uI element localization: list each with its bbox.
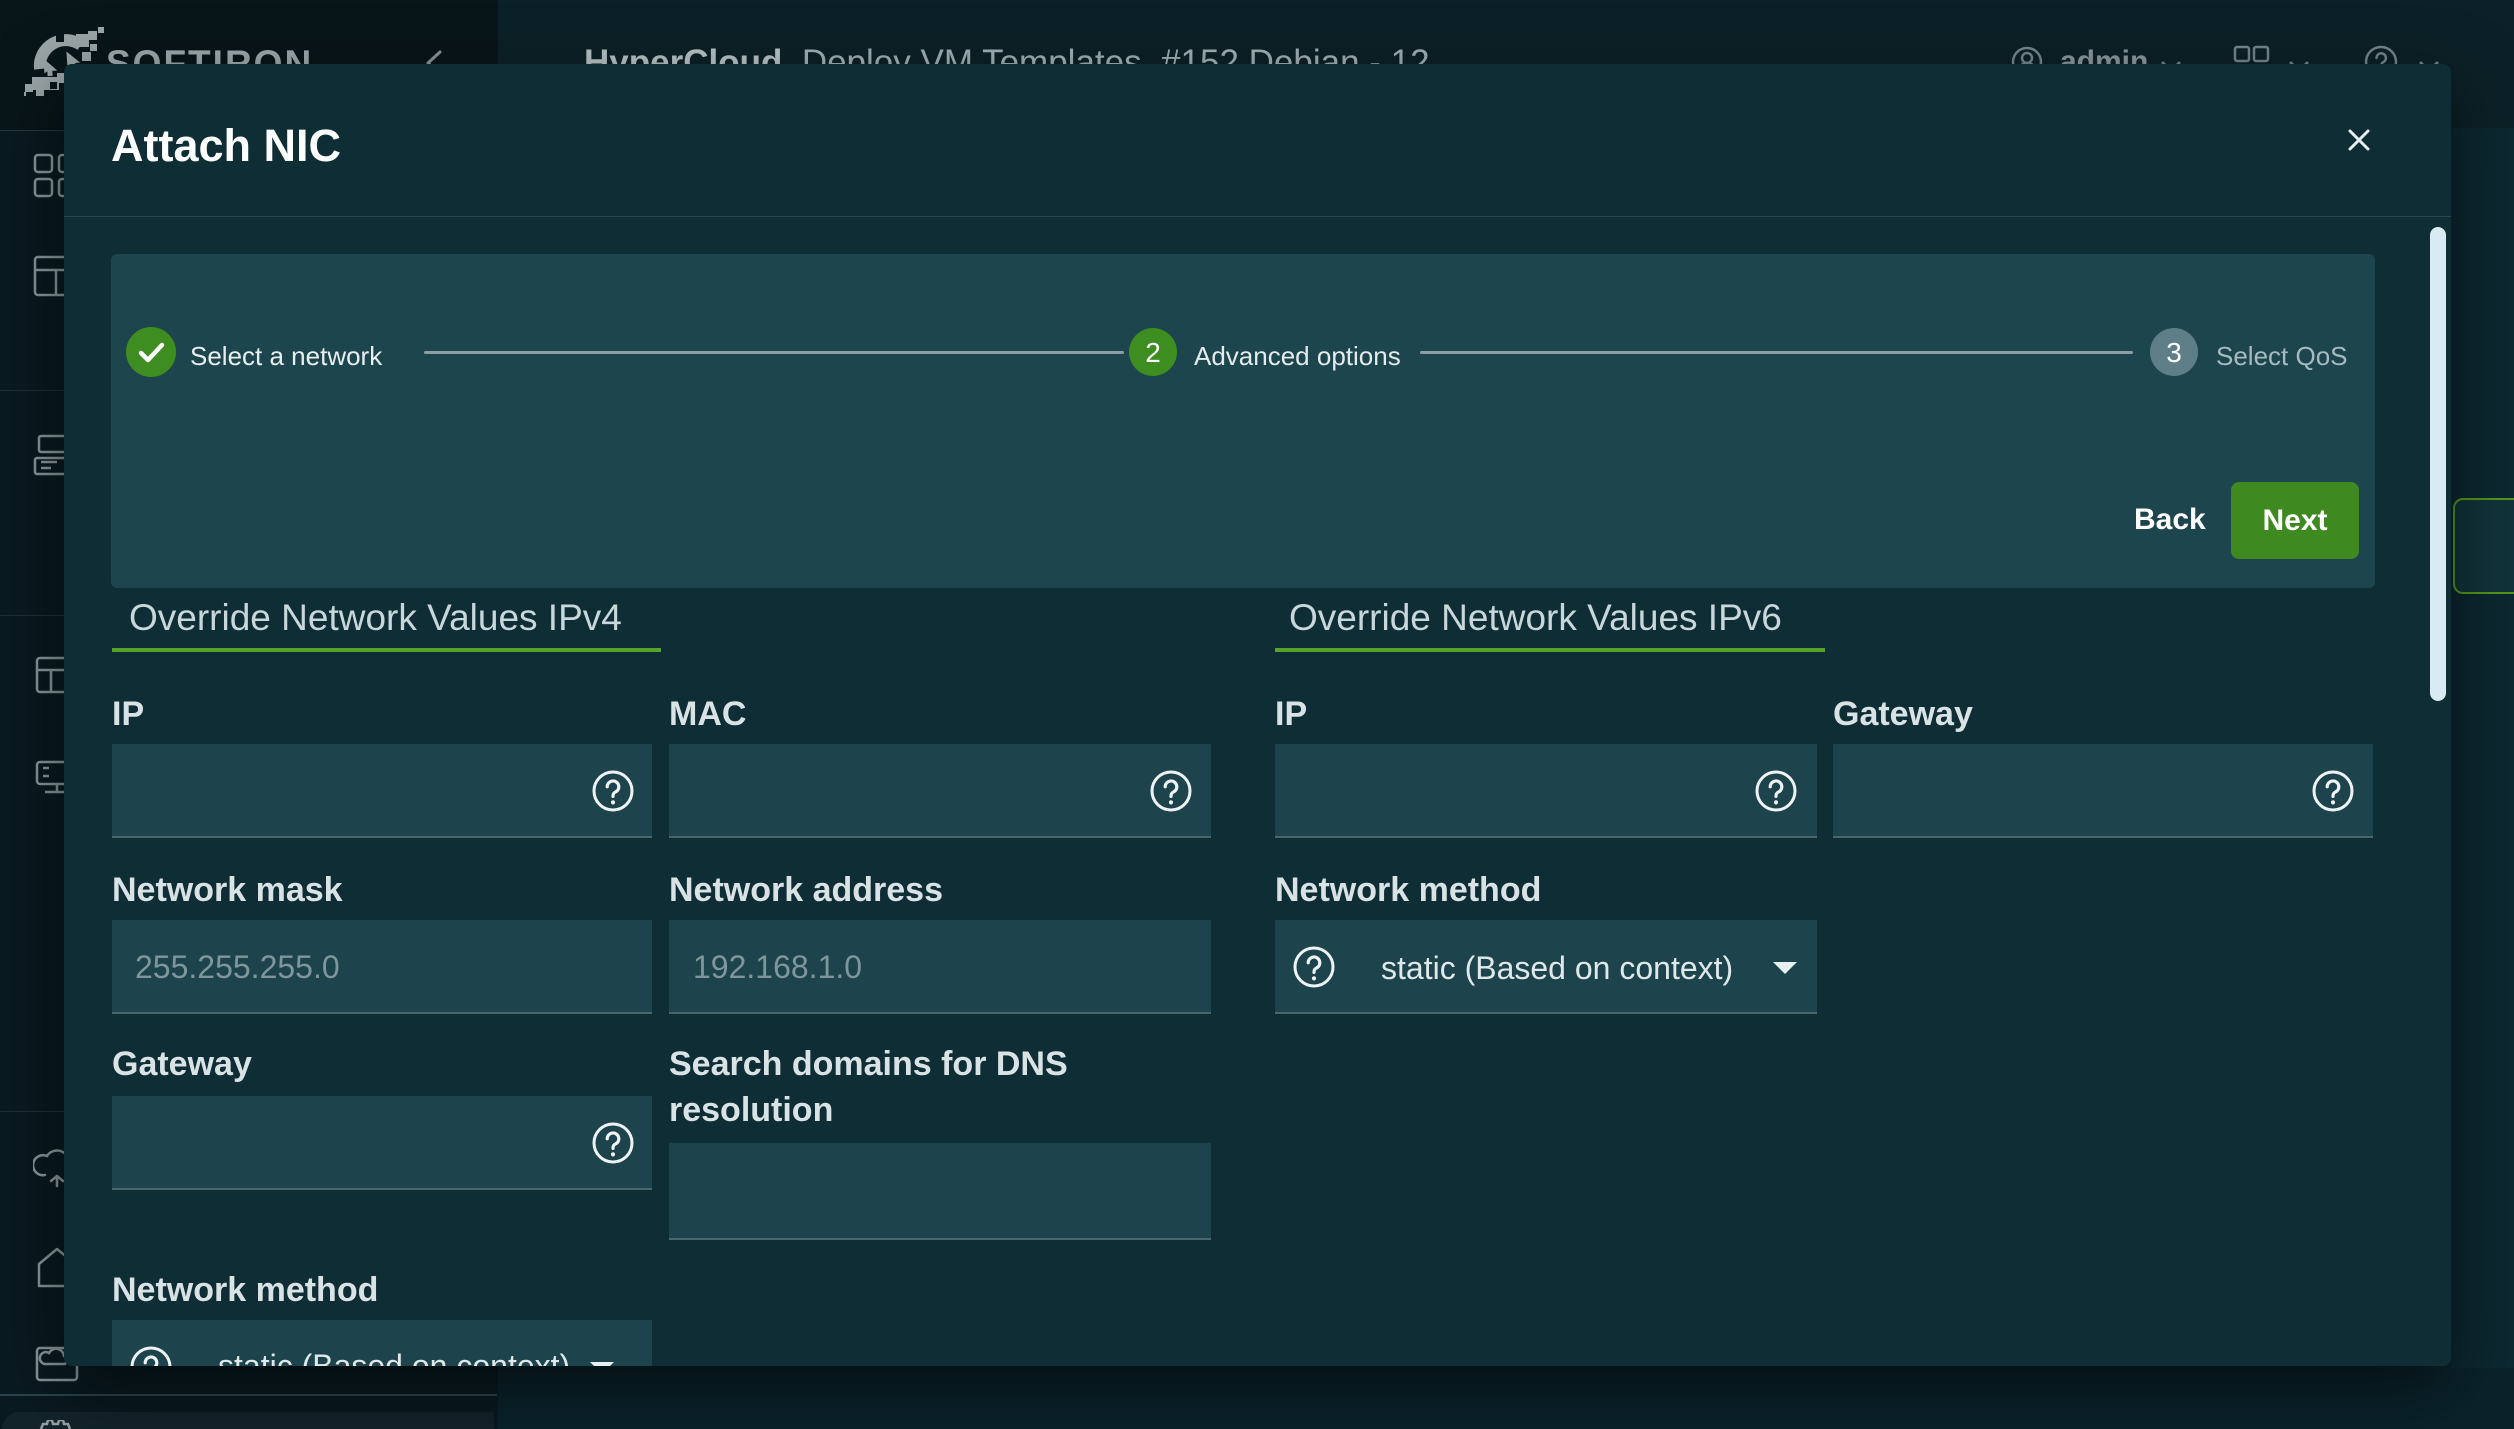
svg-text:3: 3 [2166,337,2182,368]
svg-text:2: 2 [1145,337,1161,368]
